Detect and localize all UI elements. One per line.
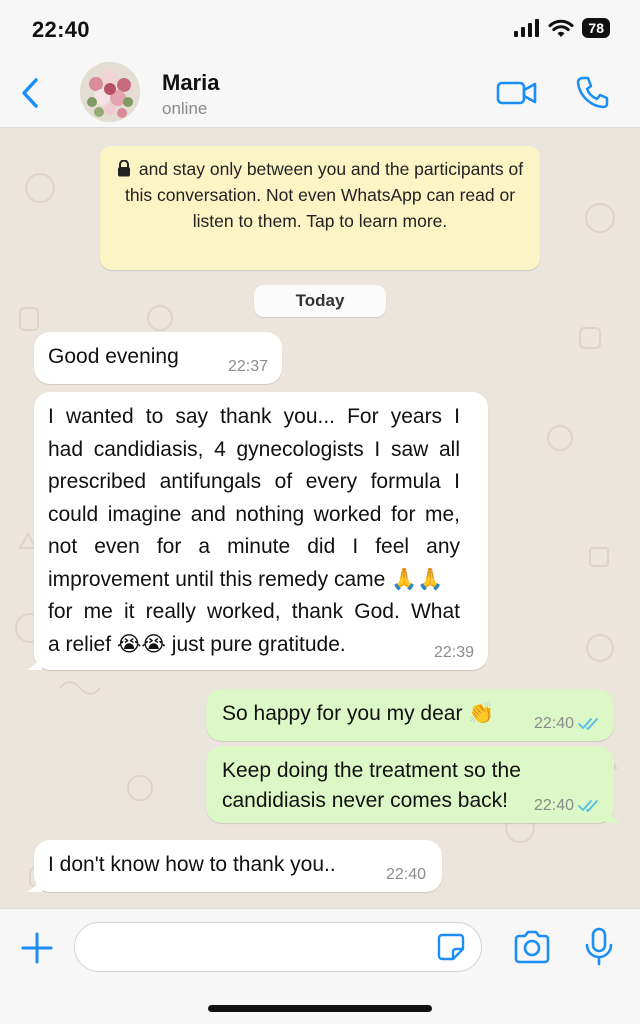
message-time: 22:37 [228, 358, 268, 376]
message-time: 22:40 [534, 797, 600, 815]
contact-name[interactable]: Maria [162, 70, 219, 96]
avatar[interactable] [80, 62, 140, 122]
back-chevron-icon[interactable] [16, 76, 46, 110]
message-line: could imagine and nothing worked for me, [48, 502, 460, 526]
message-time: 22:39 [434, 644, 474, 662]
message-timestamp: 22:40 [533, 715, 574, 732]
contact-status: online [162, 99, 208, 118]
message-bubble-incoming[interactable]: I don't know how to thank you.. 22:40 [26, 840, 442, 892]
message-text: Keep doing the treatment so the candidia… [222, 756, 521, 816]
message-time: 22:40 [534, 715, 600, 733]
message-text: So happy for you my dear 👏 [222, 702, 495, 725]
message-composer [0, 908, 640, 1024]
flower-bouquet-image [80, 62, 140, 122]
double-check-icon [578, 718, 598, 730]
bubble-tail [26, 876, 42, 892]
chat-header: Maria online [0, 58, 640, 128]
message-input[interactable] [74, 922, 482, 972]
sticker-icon[interactable] [436, 932, 466, 962]
message-timestamp: 22:40 [385, 866, 426, 883]
wifi-icon [548, 19, 574, 37]
double-check-icon [578, 800, 598, 812]
camera-icon[interactable] [512, 929, 552, 965]
video-call-icon[interactable] [496, 78, 538, 108]
message-line: Keep doing the treatment so the [222, 759, 521, 782]
signal-icon [514, 19, 540, 37]
bubble-tail [26, 654, 42, 670]
plus-icon[interactable] [20, 931, 54, 965]
bubble-tail [606, 807, 622, 823]
lock-icon [117, 160, 130, 177]
battery-indicator: 78 [582, 18, 610, 38]
microphone-icon[interactable] [584, 927, 614, 967]
message-text: I wanted to say thank you... For years I… [48, 401, 460, 661]
message-bubble-incoming[interactable]: Good evening 22:37 [34, 332, 282, 384]
message-line: for me it really worked, thank God. What [48, 600, 460, 623]
message-text: I don't know how to thank you.. [48, 853, 336, 876]
message-timestamp: 22:39 [433, 644, 474, 661]
status-icons: 78 [514, 18, 610, 38]
message-line: I wanted to say thank you... For years I [48, 405, 460, 428]
message-bubble-incoming[interactable]: I wanted to say thank you... For years I… [26, 392, 488, 670]
message-line: candidiasis never comes back! [222, 789, 508, 812]
message-bubble-outgoing[interactable]: So happy for you my dear 👏 22:40 [206, 689, 614, 741]
message-line: not even for a minute did I feel any [48, 535, 460, 558]
message-line: prescribed antifungals of every formula … [48, 470, 460, 493]
status-time: 22:40 [32, 17, 90, 42]
message-line: improvement until this remedy came 🙏🙏 [48, 567, 444, 591]
date-divider: Today [254, 285, 386, 317]
encryption-text: and stay only between you and the partic… [124, 159, 524, 231]
home-indicator [208, 1005, 432, 1012]
message-timestamp: 22:37 [227, 358, 268, 375]
message-line: had candidiasis, 4 gynecologists I saw a… [48, 437, 460, 461]
message-text: Good evening [48, 345, 179, 368]
message-line: a relief 😭😭 just pure gratitude. [48, 632, 346, 656]
chat-area[interactable]: and stay only between you and the partic… [0, 128, 640, 908]
message-bubble-outgoing[interactable]: Keep doing the treatment so the candidia… [206, 746, 622, 823]
message-time: 22:40 [386, 866, 426, 884]
message-timestamp: 22:40 [533, 797, 574, 814]
phone-icon[interactable] [574, 74, 610, 110]
status-bar: 22:40 78 [0, 0, 640, 58]
encryption-notice[interactable]: and stay only between you and the partic… [100, 146, 540, 270]
